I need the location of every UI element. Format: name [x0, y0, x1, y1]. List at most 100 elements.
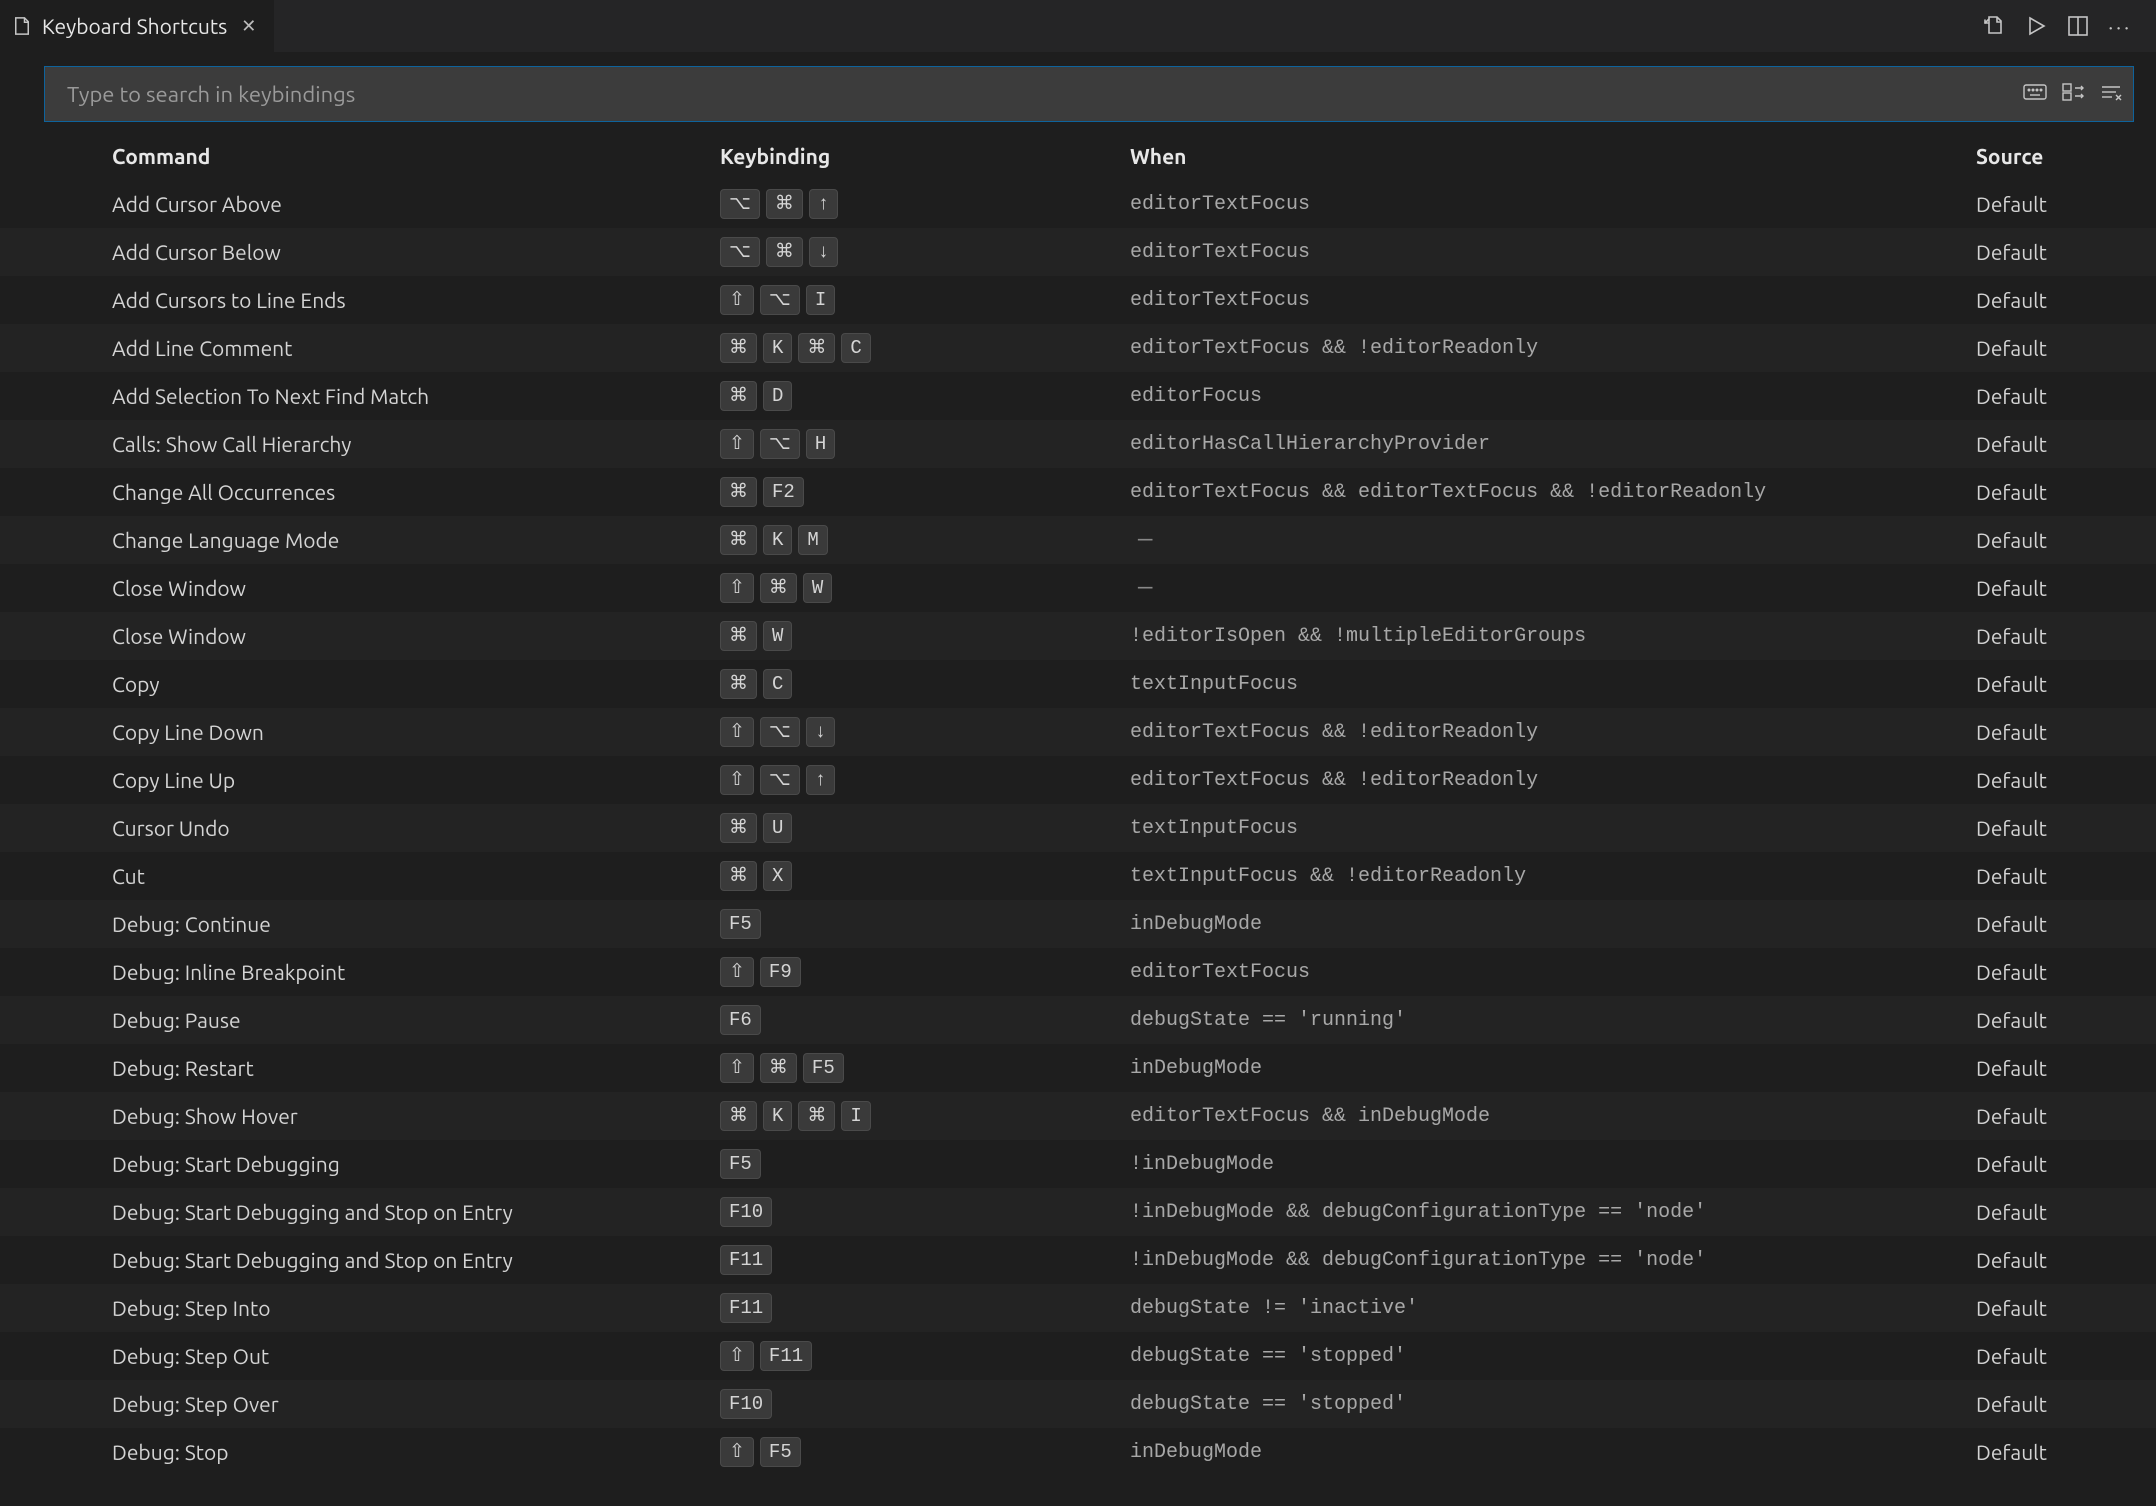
source-cell: Default — [1976, 1152, 2156, 1176]
key-cap: ↑ — [809, 189, 838, 219]
close-icon[interactable]: ✕ — [237, 15, 260, 37]
table-row[interactable]: Debug: PauseF6debugState == 'running'Def… — [0, 996, 2156, 1044]
when-cell: !inDebugMode — [1130, 1153, 1976, 1176]
command-cell: Debug: Inline Breakpoint — [0, 960, 720, 984]
open-file-icon[interactable] — [1982, 14, 2006, 38]
editor-actions: ··· — [1982, 0, 2156, 52]
key-cap: ⌘ — [766, 237, 803, 267]
table-row[interactable]: Debug: Stop⇧F5inDebugModeDefault — [0, 1428, 2156, 1476]
key-cap: ⇧ — [720, 573, 754, 603]
command-cell: Change Language Mode — [0, 528, 720, 552]
more-actions-icon[interactable]: ··· — [2108, 15, 2132, 38]
record-keys-icon[interactable] — [2023, 82, 2047, 106]
header-source[interactable]: Source — [1976, 144, 2156, 168]
when-cell: editorTextFocus — [1130, 193, 1976, 216]
when-cell: editorTextFocus — [1130, 241, 1976, 264]
key-cap: ⌥ — [760, 717, 800, 747]
table-row[interactable]: Close Window⇧⌘W—Default — [0, 564, 2156, 612]
key-cap: ⌥ — [760, 285, 800, 315]
keybinding-cell: ⇧⌘F5 — [720, 1053, 1130, 1083]
play-icon[interactable] — [2024, 14, 2048, 38]
keybinding-cell: ⌘K⌘C — [720, 333, 1130, 363]
when-cell: editorFocus — [1130, 385, 1976, 408]
tab-bar: Keyboard Shortcuts ✕ ··· — [0, 0, 2156, 52]
key-cap: F6 — [720, 1005, 761, 1035]
keybinding-cell: ⌘F2 — [720, 477, 1130, 507]
command-cell: Debug: Show Hover — [0, 1104, 720, 1128]
table-row[interactable]: Add Cursors to Line Ends⇧⌥IeditorTextFoc… — [0, 276, 2156, 324]
command-cell: Debug: Start Debugging and Stop on Entry — [0, 1248, 720, 1272]
keybinding-cell: ⇧F9 — [720, 957, 1130, 987]
key-cap: F11 — [760, 1341, 812, 1371]
key-cap: ⇧ — [720, 765, 754, 795]
keybinding-cell: ⇧⌥H — [720, 429, 1130, 459]
table-row[interactable]: Debug: Inline Breakpoint⇧F9editorTextFoc… — [0, 948, 2156, 996]
table-row[interactable]: Debug: Start Debugging and Stop on Entry… — [0, 1188, 2156, 1236]
keybinding-cell: ⌘U — [720, 813, 1130, 843]
keybinding-cell: ⌥⌘↓ — [720, 237, 1130, 267]
command-cell: Copy Line Up — [0, 768, 720, 792]
table-row[interactable]: Copy⌘CtextInputFocusDefault — [0, 660, 2156, 708]
table-row[interactable]: Debug: ContinueF5inDebugModeDefault — [0, 900, 2156, 948]
key-cap: ⌘ — [720, 669, 757, 699]
command-cell: Add Selection To Next Find Match — [0, 384, 720, 408]
command-cell: Add Cursors to Line Ends — [0, 288, 720, 312]
key-cap: ⌥ — [720, 189, 760, 219]
when-cell: inDebugMode — [1130, 1057, 1976, 1080]
table-row[interactable]: Add Cursor Above⌥⌘↑editorTextFocusDefaul… — [0, 180, 2156, 228]
when-cell: editorTextFocus && !editorReadonly — [1130, 721, 1976, 744]
when-cell: debugState == 'stopped' — [1130, 1393, 1976, 1416]
source-cell: Default — [1976, 816, 2156, 840]
keybinding-cell: F5 — [720, 1149, 1130, 1179]
table-row[interactable]: Calls: Show Call Hierarchy⇧⌥HeditorHasCa… — [0, 420, 2156, 468]
key-cap: ⌥ — [760, 765, 800, 795]
source-cell: Default — [1976, 1344, 2156, 1368]
table-row[interactable]: Add Selection To Next Find Match⌘Deditor… — [0, 372, 2156, 420]
key-cap: ⇧ — [720, 957, 754, 987]
key-cap: K — [763, 333, 792, 363]
key-cap: ⇧ — [720, 1437, 754, 1467]
key-cap: K — [763, 1101, 792, 1131]
table-row[interactable]: Copy Line Down⇧⌥↓editorTextFocus && !edi… — [0, 708, 2156, 756]
table-header: Command Keybinding When Source — [0, 132, 2156, 180]
header-command[interactable]: Command — [0, 144, 720, 168]
keybinding-cell: ⇧⌥↑ — [720, 765, 1130, 795]
table-row[interactable]: Debug: Step OverF10debugState == 'stoppe… — [0, 1380, 2156, 1428]
table-row[interactable]: Debug: Show Hover⌘K⌘IeditorTextFocus && … — [0, 1092, 2156, 1140]
table-row[interactable]: Close Window⌘W!editorIsOpen && !multiple… — [0, 612, 2156, 660]
when-cell: !inDebugMode && debugConfigurationType =… — [1130, 1249, 1976, 1272]
when-cell: debugState != 'inactive' — [1130, 1297, 1976, 1320]
sort-icon[interactable] — [2061, 82, 2085, 106]
key-cap: D — [763, 381, 792, 411]
key-cap: C — [841, 333, 870, 363]
table-row[interactable]: Debug: Restart⇧⌘F5inDebugModeDefault — [0, 1044, 2156, 1092]
key-cap: W — [803, 573, 832, 603]
source-cell: Default — [1976, 288, 2156, 312]
clear-filter-icon[interactable] — [2099, 82, 2123, 106]
source-cell: Default — [1976, 768, 2156, 792]
table-row[interactable]: Debug: Step IntoF11debugState != 'inacti… — [0, 1284, 2156, 1332]
source-cell: Default — [1976, 1440, 2156, 1464]
table-row[interactable]: Change All Occurrences⌘F2editorTextFocus… — [0, 468, 2156, 516]
header-keybinding[interactable]: Keybinding — [720, 144, 1130, 168]
table-row[interactable]: Copy Line Up⇧⌥↑editorTextFocus && !edito… — [0, 756, 2156, 804]
header-when[interactable]: When — [1130, 144, 1976, 168]
search-box[interactable] — [44, 66, 2134, 122]
key-cap: F10 — [720, 1197, 772, 1227]
split-editor-icon[interactable] — [2066, 14, 2090, 38]
source-cell: Default — [1976, 1104, 2156, 1128]
table-row[interactable]: Debug: Step Out⇧F11debugState == 'stoppe… — [0, 1332, 2156, 1380]
search-input[interactable] — [67, 82, 2023, 107]
table-row[interactable]: Debug: Start DebuggingF5!inDebugModeDefa… — [0, 1140, 2156, 1188]
source-cell: Default — [1976, 720, 2156, 744]
table-row[interactable]: Change Language Mode⌘KM—Default — [0, 516, 2156, 564]
keybinding-cell: ⌘X — [720, 861, 1130, 891]
keybindings-list[interactable]: Add Cursor Above⌥⌘↑editorTextFocusDefaul… — [0, 180, 2156, 1506]
keybinding-cell: ⌘D — [720, 381, 1130, 411]
table-row[interactable]: Cursor Undo⌘UtextInputFocusDefault — [0, 804, 2156, 852]
table-row[interactable]: Add Cursor Below⌥⌘↓editorTextFocusDefaul… — [0, 228, 2156, 276]
table-row[interactable]: Add Line Comment⌘K⌘CeditorTextFocus && !… — [0, 324, 2156, 372]
tab-keyboard-shortcuts[interactable]: Keyboard Shortcuts ✕ — [0, 0, 275, 52]
table-row[interactable]: Cut⌘XtextInputFocus && !editorReadonlyDe… — [0, 852, 2156, 900]
table-row[interactable]: Debug: Start Debugging and Stop on Entry… — [0, 1236, 2156, 1284]
